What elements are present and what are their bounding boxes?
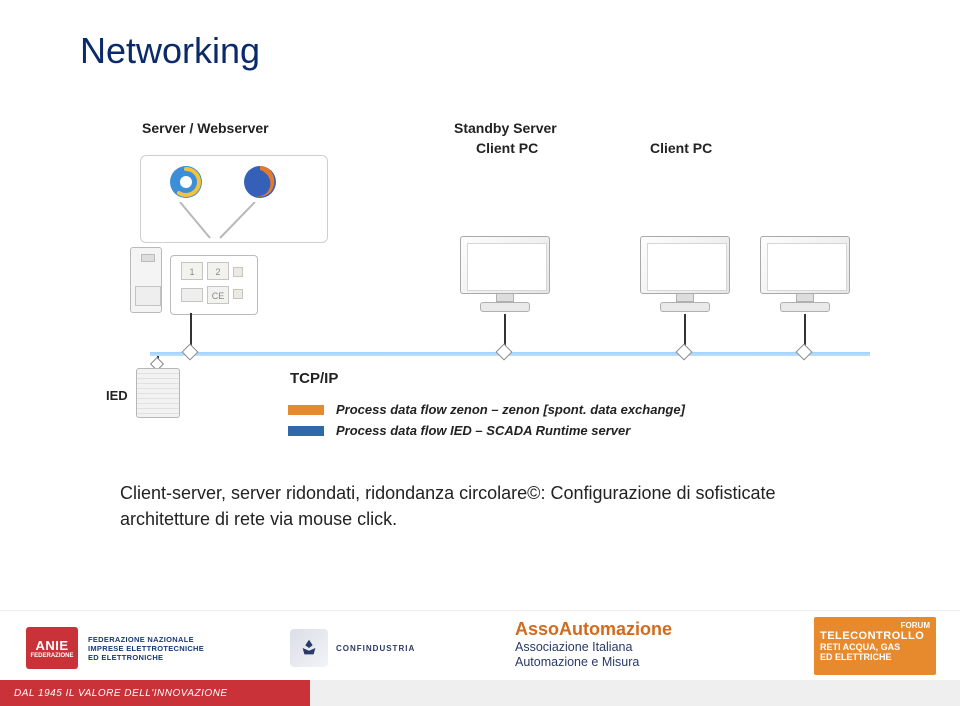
label-client-pc-2: Client PC xyxy=(650,140,712,156)
telecontrollo-badge: FORUM TELECONTROLLO RETI ACQUA, GAS ED E… xyxy=(814,617,936,675)
body-text: Client-server, server ridondati, ridonda… xyxy=(120,480,840,532)
footer-tagline: DAL 1945 IL VALORE DELL'INNOVAZIONE xyxy=(0,680,310,706)
anie-logo: ANIE FEDERAZIONE FEDERAZIONE NAZIONALE I… xyxy=(26,621,258,675)
legend: Process data flow zenon – zenon [spont. … xyxy=(288,400,685,442)
client1-node-icon xyxy=(676,344,693,361)
assoautomazione-block: AssoAutomazione Associazione Italiana Au… xyxy=(515,619,672,670)
internet-explorer-icon xyxy=(166,162,206,202)
footer-strip-grey xyxy=(310,680,960,706)
client-pc-1-icon xyxy=(640,236,730,314)
eagle-icon xyxy=(298,637,320,659)
client2-node-icon xyxy=(796,344,813,361)
confindustria-text: CONFINDUSTRIA xyxy=(336,644,415,653)
zenon-config-box: 1 2 CE xyxy=(170,255,258,315)
server-node-icon xyxy=(182,344,199,361)
label-ied: IED xyxy=(106,388,128,403)
assoa-line2: Automazione e Misura xyxy=(515,655,672,670)
anie-line1: FEDERAZIONE NAZIONALE xyxy=(88,635,204,644)
anie-line2: IMPRESE ELETTROTECNICHE xyxy=(88,644,204,653)
tc-line2: ED ELETTRICHE xyxy=(820,652,930,662)
tc-forum: FORUM xyxy=(820,621,930,630)
footer: ANIE FEDERAZIONE FEDERAZIONE NAZIONALE I… xyxy=(0,610,960,706)
legend-blue-text: Process data flow IED – SCADA Runtime se… xyxy=(336,421,630,442)
legend-orange-text: Process data flow zenon – zenon [spont. … xyxy=(336,400,685,421)
ied-device-icon xyxy=(136,368,180,418)
label-server-webserver: Server / Webserver xyxy=(142,120,269,136)
label-tcpip: TCP/IP xyxy=(290,370,338,387)
standby-server-pc-icon xyxy=(460,236,550,314)
firefox-icon xyxy=(240,162,280,202)
webserver-connectors xyxy=(160,202,300,242)
client-pc-2-icon xyxy=(760,236,850,314)
slide-title: Networking xyxy=(80,30,260,72)
label-client-pc-standby: Client PC xyxy=(476,140,538,156)
assoa-title: AssoAutomazione xyxy=(515,619,672,640)
anie-badge-bottom: FEDERAZIONE xyxy=(30,653,73,659)
legend-swatch-orange xyxy=(288,405,324,415)
confindustria-logo: CONFINDUSTRIA xyxy=(290,621,430,675)
label-standby-server: Standby Server xyxy=(454,120,557,136)
assoa-line1: Associazione Italiana xyxy=(515,640,672,655)
anie-line3: ED ELETTRONICHE xyxy=(88,653,204,662)
anie-badge-top: ANIE xyxy=(35,638,68,653)
standby-node-icon xyxy=(496,344,513,361)
tc-line1: RETI ACQUA, GAS xyxy=(820,642,930,652)
server-tower-icon xyxy=(130,247,162,313)
tc-title: TELECONTROLLO xyxy=(820,630,930,642)
legend-swatch-blue xyxy=(288,426,324,436)
